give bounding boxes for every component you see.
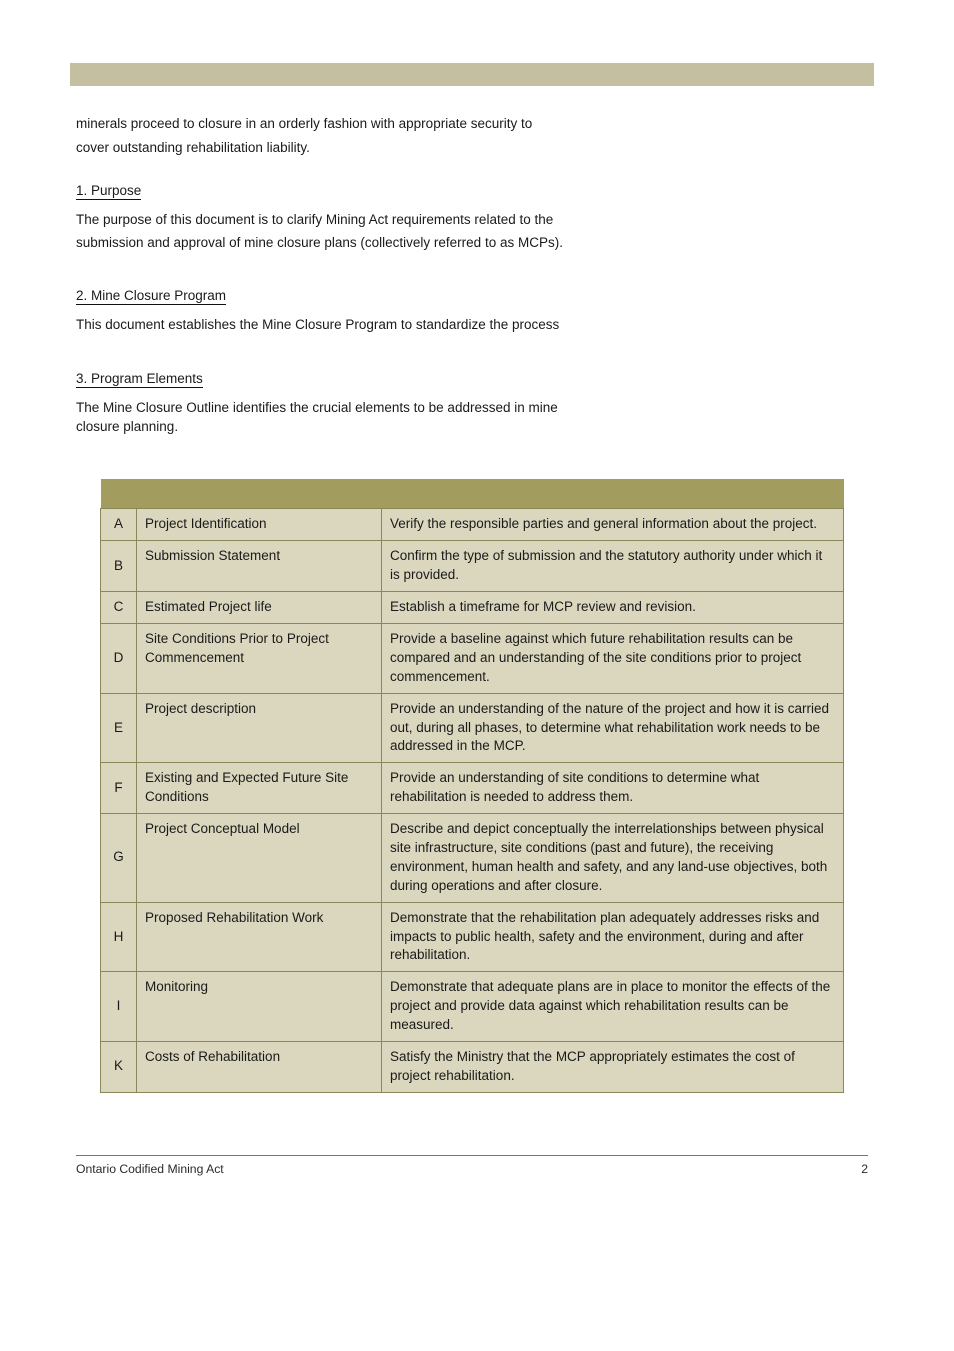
table-row: EProject descriptionProvide an understan… xyxy=(101,693,844,763)
table-row: CEstimated Project lifeEstablish a timef… xyxy=(101,592,844,624)
table-header-row: Outline Outline xyxy=(101,479,844,509)
section-heading-mine-closure-program: 2. Mine Closure Program xyxy=(76,288,226,305)
page-footer: Ontario Codified Mining Act 2 xyxy=(70,1155,874,1176)
row-num: H xyxy=(101,902,137,972)
row-num: F xyxy=(101,763,137,814)
row-desc: Provide a baseline against which future … xyxy=(382,624,844,694)
row-num: E xyxy=(101,693,137,763)
row-num: A xyxy=(101,509,137,541)
intro-line-2: cover outstanding rehabilitation liabili… xyxy=(76,138,866,158)
row-element: Monitoring xyxy=(137,972,382,1042)
row-num: C xyxy=(101,592,137,624)
row-num: I xyxy=(101,972,137,1042)
footer-rule xyxy=(76,1155,868,1156)
program-table-wrap: Outline Outline AProject IdentificationV… xyxy=(100,479,844,1093)
row-desc: Provide an understanding of site conditi… xyxy=(382,763,844,814)
row-element: Project Conceptual Model xyxy=(137,814,382,903)
section-heading-program-elements: 3. Program Elements xyxy=(76,371,203,388)
footer-line: Ontario Codified Mining Act 2 xyxy=(76,1162,868,1176)
row-element: Submission Statement xyxy=(137,541,382,592)
table-header-left: Outline xyxy=(101,479,382,509)
footer-page-number: 2 xyxy=(861,1162,868,1176)
row-num: G xyxy=(101,814,137,903)
table-row: BSubmission StatementConfirm the type of… xyxy=(101,541,844,592)
row-desc: Provide an understanding of the nature o… xyxy=(382,693,844,763)
table-row: GProject Conceptual ModelDescribe and de… xyxy=(101,814,844,903)
intro-line-1: minerals proceed to closure in an orderl… xyxy=(76,114,866,134)
table-row: AProject IdentificationVerify the respon… xyxy=(101,509,844,541)
elements-line-1: The Mine Closure Outline identifies the … xyxy=(76,398,866,418)
row-num: D xyxy=(101,624,137,694)
row-desc: Demonstrate that adequate plans are in p… xyxy=(382,972,844,1042)
row-element: Project description xyxy=(137,693,382,763)
footer-left: Ontario Codified Mining Act xyxy=(76,1162,224,1176)
row-desc: Verify the responsible parties and gener… xyxy=(382,509,844,541)
row-element: Estimated Project life xyxy=(137,592,382,624)
row-element: Costs of Rehabilitation xyxy=(137,1042,382,1093)
table-row: DSite Conditions Prior to Project Commen… xyxy=(101,624,844,694)
table-header-right: Outline xyxy=(382,479,844,509)
program-table-body: AProject IdentificationVerify the respon… xyxy=(101,509,844,1092)
header-bar xyxy=(70,63,874,86)
table-row: IMonitoringDemonstrate that adequate pla… xyxy=(101,972,844,1042)
row-element: Site Conditions Prior to Project Commenc… xyxy=(137,624,382,694)
row-element: Existing and Expected Future Site Condit… xyxy=(137,763,382,814)
row-num: B xyxy=(101,541,137,592)
row-element: Project Identification xyxy=(137,509,382,541)
mcp-line-1: This document establishes the Mine Closu… xyxy=(76,315,866,335)
page-content: minerals proceed to closure in an orderl… xyxy=(70,114,874,1093)
row-desc: Demonstrate that the rehabilitation plan… xyxy=(382,902,844,972)
table-row: FExisting and Expected Future Site Condi… xyxy=(101,763,844,814)
row-desc: Describe and depict conceptually the int… xyxy=(382,814,844,903)
program-elements-table: Outline Outline AProject IdentificationV… xyxy=(100,479,844,1093)
purpose-line-2: submission and approval of mine closure … xyxy=(76,233,866,253)
row-desc: Confirm the type of submission and the s… xyxy=(382,541,844,592)
row-desc: Satisfy the Ministry that the MCP approp… xyxy=(382,1042,844,1093)
table-row: KCosts of RehabilitationSatisfy the Mini… xyxy=(101,1042,844,1093)
table-row: HProposed Rehabilitation WorkDemonstrate… xyxy=(101,902,844,972)
purpose-line-1: The purpose of this document is to clari… xyxy=(76,210,866,230)
row-element: Proposed Rehabilitation Work xyxy=(137,902,382,972)
row-desc: Establish a timeframe for MCP review and… xyxy=(382,592,844,624)
elements-line-2: closure planning. xyxy=(76,417,866,437)
row-num: K xyxy=(101,1042,137,1093)
section-heading-purpose: 1. Purpose xyxy=(76,183,141,200)
